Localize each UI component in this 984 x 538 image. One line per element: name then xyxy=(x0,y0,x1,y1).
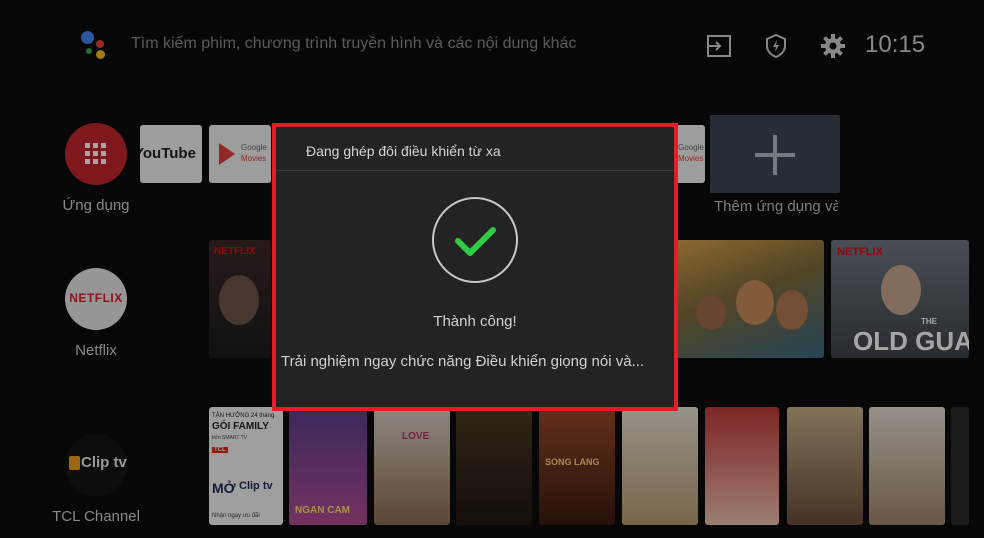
success-circle xyxy=(432,197,518,283)
checkmark-icon xyxy=(455,227,496,256)
pairing-dialog: Đang ghép đôi điều khiển từ xa Thành côn… xyxy=(276,127,674,407)
dialog-divider xyxy=(276,170,674,171)
success-status: Thành công! xyxy=(433,313,517,330)
dialog-title: Đang ghép đôi điều khiển từ xa xyxy=(306,143,501,159)
dialog-message: Trải nghiệm ngay chức năng Điều khiển gi… xyxy=(281,353,645,370)
